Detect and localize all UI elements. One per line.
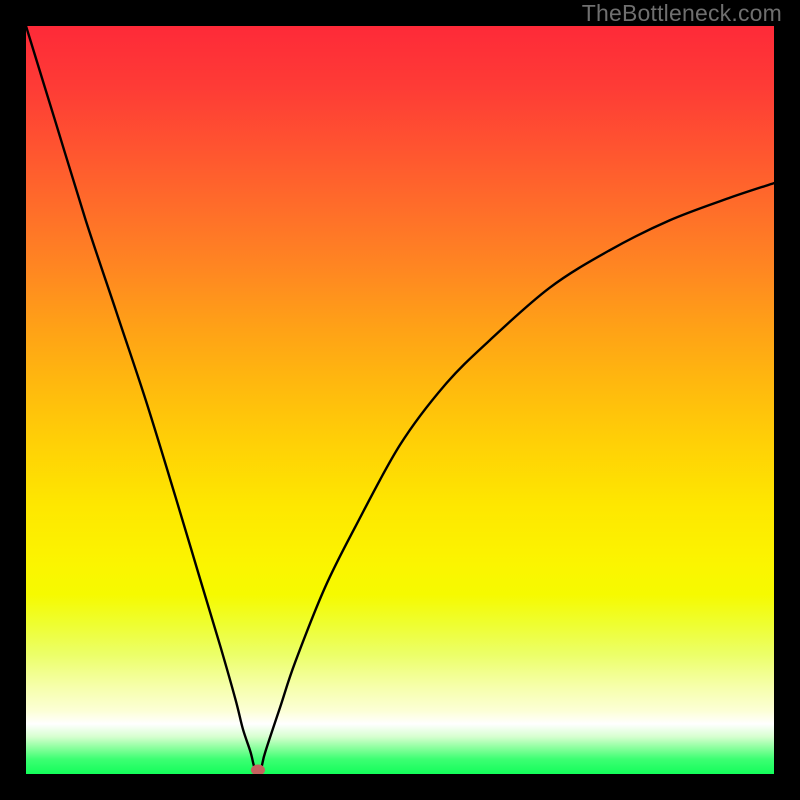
watermark-text: TheBottleneck.com — [582, 0, 782, 27]
optimum-marker — [251, 765, 265, 774]
plot-area — [26, 26, 774, 774]
bottleneck-curve — [26, 26, 774, 774]
chart-frame: TheBottleneck.com — [0, 0, 800, 800]
